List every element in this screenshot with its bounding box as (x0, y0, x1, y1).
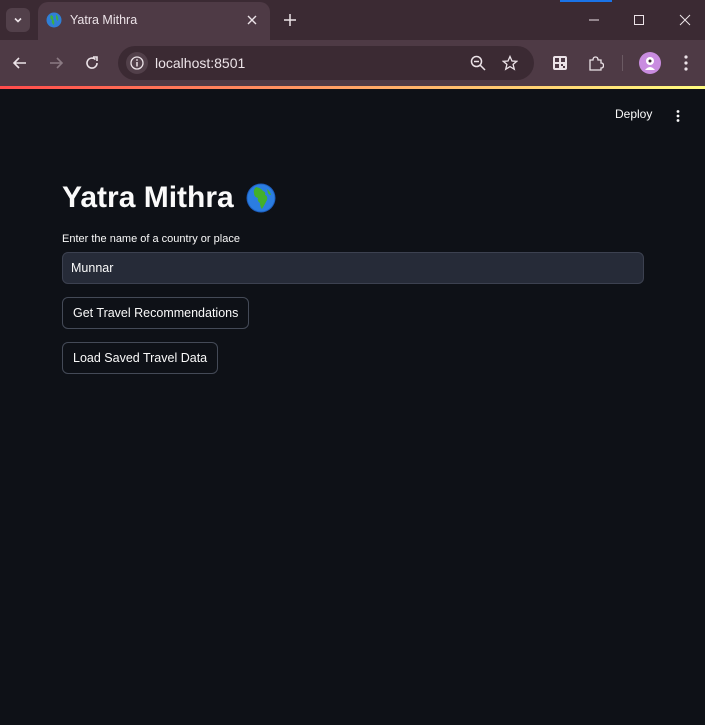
reload-icon (86, 56, 98, 69)
browser-menu-button[interactable] (676, 53, 696, 73)
tab-title: Yatra Mithra (70, 13, 138, 27)
place-input-label: Enter the name of a country or place (62, 233, 240, 245)
globe-icon (46, 12, 62, 28)
close-window-button[interactable] (673, 8, 697, 32)
streamlit-app: Deploy Yatra Mithra Enter the name of a … (0, 89, 705, 725)
bookmark-button[interactable] (500, 53, 520, 73)
qr-code-icon (553, 56, 567, 70)
reload-button[interactable] (81, 52, 103, 74)
close-icon (247, 15, 257, 25)
app-menu-button[interactable] (670, 106, 686, 126)
maximize-icon (634, 15, 644, 25)
new-tab-button[interactable] (280, 10, 300, 30)
deploy-button[interactable]: Deploy (615, 107, 652, 121)
profile-icon (645, 57, 655, 70)
chevron-down-icon (14, 17, 22, 23)
url-text[interactable]: localhost:8501 (155, 55, 245, 71)
browser-tab[interactable]: Yatra Mithra (38, 2, 270, 40)
more-vertical-icon (684, 55, 688, 71)
toolbar-divider (622, 55, 623, 71)
profile-avatar[interactable] (639, 52, 661, 74)
page-title-row: Yatra Mithra (62, 181, 276, 215)
minimize-icon (589, 19, 599, 21)
get-recommendations-button[interactable]: Get Travel Recommendations (62, 297, 250, 329)
tab-accent-line (560, 0, 612, 2)
maximize-button[interactable] (627, 8, 651, 32)
globe-africa-icon (246, 183, 276, 213)
extensions-button[interactable] (586, 53, 606, 73)
address-bar[interactable]: localhost:8501 (118, 46, 534, 80)
page-title: Yatra Mithra (62, 181, 234, 214)
more-vertical-icon (676, 110, 680, 122)
close-tab-button[interactable] (244, 12, 260, 28)
browser-tab-bar: Yatra Mithra (0, 0, 705, 40)
puzzle-icon (589, 56, 604, 71)
zoom-button[interactable] (468, 53, 488, 73)
tab-search-button[interactable] (6, 8, 30, 32)
place-input-container (62, 252, 644, 284)
zoom-out-icon (470, 55, 486, 71)
forward-button[interactable] (45, 52, 67, 74)
browser-toolbar: localhost:8501 (0, 40, 705, 86)
qr-code-button[interactable] (550, 53, 570, 73)
close-icon (679, 14, 691, 26)
arrow-right-icon (50, 57, 64, 69)
place-input[interactable] (63, 253, 643, 283)
arrow-left-icon (12, 57, 26, 69)
minimize-button[interactable] (582, 8, 606, 32)
back-button[interactable] (9, 52, 31, 74)
site-info-button[interactable] (126, 52, 148, 74)
star-icon (502, 55, 518, 71)
plus-icon (284, 14, 296, 26)
info-icon (130, 56, 144, 70)
load-saved-data-button[interactable]: Load Saved Travel Data (62, 342, 219, 374)
